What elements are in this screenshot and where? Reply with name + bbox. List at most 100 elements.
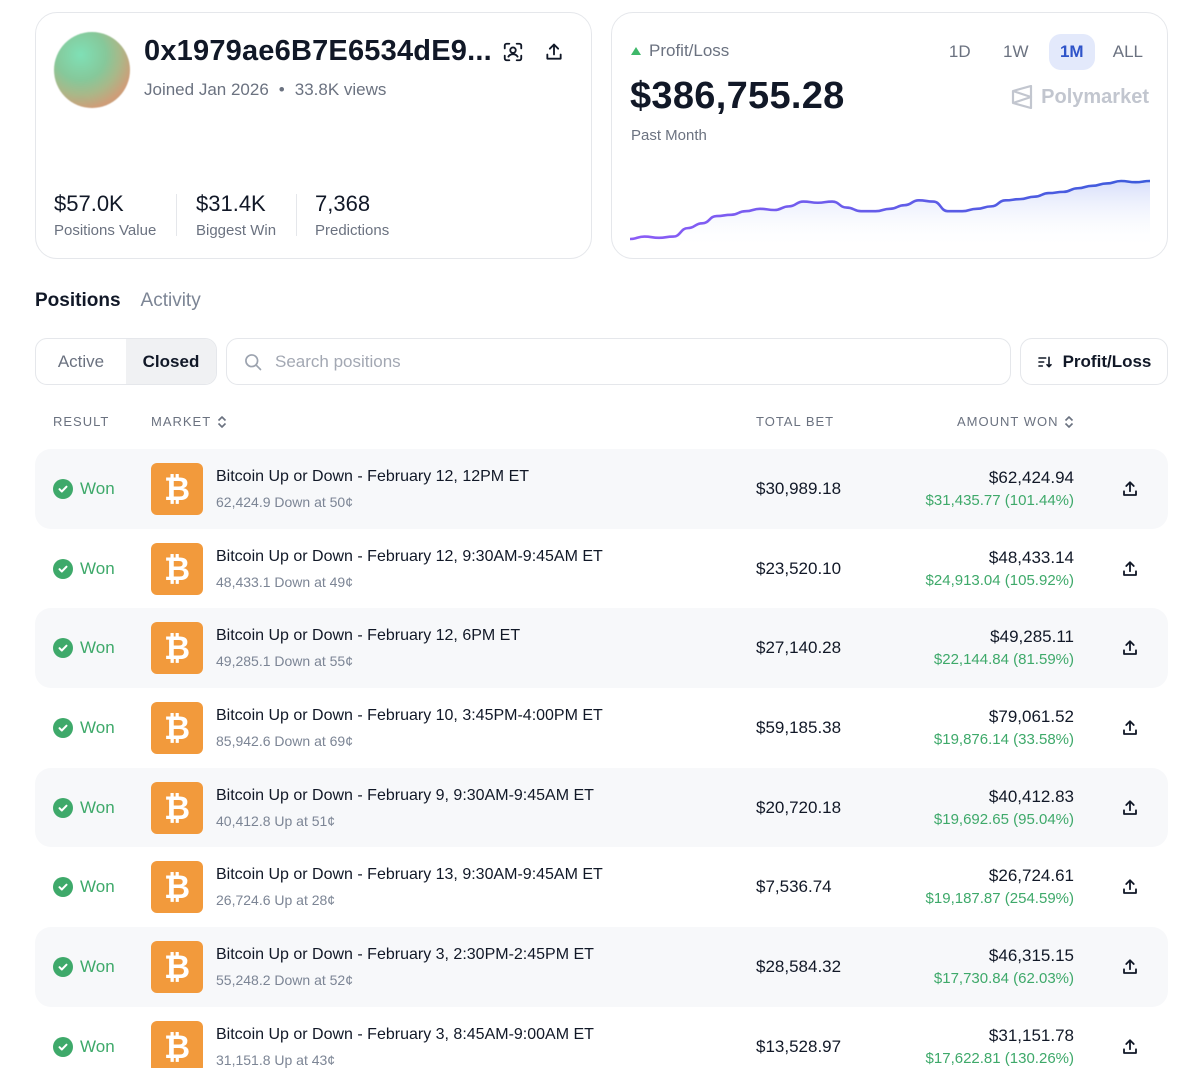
stat-biggest-win: $31.4K Biggest Win: [196, 191, 276, 239]
segment-active[interactable]: Active: [36, 339, 126, 384]
table-row[interactable]: Won ₿ Bitcoin Up or Down - February 3, 8…: [35, 1007, 1168, 1068]
bitcoin-icon: ₿: [151, 861, 203, 914]
result-cell: Won: [53, 847, 115, 927]
sort-button[interactable]: Profit/Loss: [1020, 338, 1168, 385]
check-circle-icon: [53, 638, 73, 659]
market-title[interactable]: Bitcoin Up or Down - February 12, 6PM ET: [216, 627, 520, 645]
header-result: RESULT: [53, 414, 109, 429]
header-total-bet: TOTAL BET: [756, 414, 834, 429]
range-1m[interactable]: 1M: [1048, 34, 1095, 70]
market-title[interactable]: Bitcoin Up or Down - February 13, 9:30AM…: [216, 866, 603, 884]
result-cell: Won: [53, 1007, 115, 1068]
market-title[interactable]: Bitcoin Up or Down - February 12, 12PM E…: [216, 468, 529, 486]
profit-amount: $19,187.87 (254.59%): [925, 890, 1074, 908]
table-row[interactable]: Won ₿ Bitcoin Up or Down - February 13, …: [35, 847, 1168, 927]
share-icon[interactable]: [1118, 796, 1142, 820]
share-icon[interactable]: [1118, 557, 1142, 581]
result-cell: Won: [53, 449, 115, 529]
check-circle-icon: [53, 956, 73, 977]
result-label: Won: [80, 877, 115, 897]
result-label: Won: [80, 717, 115, 737]
wallet-address: 0x1979ae6B7E6534dE9...: [144, 35, 492, 67]
share-icon[interactable]: [1118, 875, 1142, 899]
table-row[interactable]: Won ₿ Bitcoin Up or Down - February 3, 2…: [35, 927, 1168, 1007]
table-row[interactable]: Won ₿ Bitcoin Up or Down - February 9, 9…: [35, 767, 1168, 848]
stat-divider: [176, 194, 177, 236]
market-title[interactable]: Bitcoin Up or Down - February 10, 3:45PM…: [216, 707, 603, 725]
table-row[interactable]: Won ₿ Bitcoin Up or Down - February 12, …: [35, 449, 1168, 529]
stat-label: Predictions: [315, 222, 390, 239]
range-1w[interactable]: 1W: [993, 34, 1039, 70]
table-row[interactable]: Won ₿ Bitcoin Up or Down - February 12, …: [35, 608, 1168, 689]
share-icon[interactable]: [539, 37, 569, 67]
market-title[interactable]: Bitcoin Up or Down - February 12, 9:30AM…: [216, 548, 603, 566]
result-cell: Won: [53, 529, 115, 609]
total-bet: $27,140.28: [756, 638, 842, 658]
amount-won: $40,412.83: [988, 786, 1074, 806]
header-market-label: MARKET: [151, 414, 212, 429]
amount-won: $31,151.78: [988, 1025, 1074, 1045]
market-position: 48,433.1 Down at 49¢: [216, 573, 353, 590]
tab-positions[interactable]: Positions: [35, 290, 121, 312]
segment-closed[interactable]: Closed: [126, 339, 216, 384]
range-1d[interactable]: 1D: [937, 34, 983, 70]
market-title[interactable]: Bitcoin Up or Down - February 9, 9:30AM-…: [216, 787, 594, 805]
main-tabs: Positions Activity: [35, 290, 201, 312]
amount-won: $26,724.61: [988, 866, 1074, 886]
result-cell: Won: [53, 768, 115, 848]
profile-meta: Joined Jan 2026 • 33.8K views: [144, 80, 386, 100]
stat-predictions: 7,368 Predictions: [315, 191, 389, 239]
profit-amount: $19,692.65 (95.04%): [933, 810, 1074, 828]
share-icon[interactable]: [1118, 955, 1142, 979]
share-icon[interactable]: [1118, 716, 1142, 740]
header-total-bet-label: TOTAL BET: [756, 414, 835, 429]
profit-amount: $19,876.14 (33.58%): [933, 731, 1074, 749]
avatar[interactable]: [54, 32, 130, 108]
stat-value: $57.0K: [54, 191, 124, 216]
bitcoin-icon: ₿: [151, 702, 203, 755]
profile-card: 0x1979ae6B7E6534dE9... Joined Jan 2026 • 3…: [35, 12, 592, 259]
trend-up-icon: [631, 47, 641, 55]
search-box: [226, 338, 1011, 385]
table-row[interactable]: Won ₿ Bitcoin Up or Down - February 10, …: [35, 688, 1168, 768]
market-title[interactable]: Bitcoin Up or Down - February 3, 8:45AM-…: [216, 1026, 594, 1044]
market-title[interactable]: Bitcoin Up or Down - February 3, 2:30PM-…: [216, 946, 594, 964]
total-bet: $20,720.18: [756, 797, 842, 817]
profit-amount: $31,435.77 (101.44%): [925, 492, 1074, 509]
stat-value: 7,368: [315, 191, 371, 216]
amount-won: $62,424.94: [988, 468, 1074, 487]
profit-loss-value: $386,755.28: [630, 75, 845, 117]
stat-value: $31.4K: [196, 191, 266, 216]
tab-activity[interactable]: Activity: [141, 290, 201, 312]
bitcoin-icon: ₿: [151, 542, 203, 595]
scan-icon[interactable]: [498, 37, 528, 67]
profit-loss-title: Profit/Loss: [631, 41, 729, 61]
polymarket-logo-icon: [1012, 85, 1033, 109]
result-label: Won: [80, 478, 115, 498]
market-position: 85,942.6 Down at 69¢: [216, 733, 353, 750]
search-input[interactable]: [275, 351, 975, 372]
share-icon[interactable]: [1118, 1035, 1142, 1059]
polymarket-brand: Polymarket: [1011, 85, 1149, 109]
table-row[interactable]: Won ₿ Bitcoin Up or Down - February 12, …: [35, 529, 1168, 609]
stat-label: Biggest Win: [196, 222, 277, 239]
check-circle-icon: [53, 1036, 73, 1057]
header-market[interactable]: MARKET: [151, 414, 227, 429]
total-bet: $28,584.32: [756, 956, 842, 976]
range-all[interactable]: ALL: [1105, 34, 1151, 70]
market-position: 55,248.2 Down at 52¢: [216, 972, 353, 989]
profit-loss-period: Past Month: [631, 127, 707, 144]
check-circle-icon: [53, 478, 73, 499]
profit-amount: $22,144.84 (81.59%): [933, 651, 1074, 669]
header-amount-won[interactable]: AMOUNT WON: [957, 414, 1074, 429]
total-bet: $30,989.18: [756, 478, 842, 498]
search-icon: [245, 353, 262, 370]
sort-label: Profit/Loss: [1062, 351, 1152, 371]
share-icon[interactable]: [1118, 477, 1142, 501]
bitcoin-icon: ₿: [151, 463, 203, 515]
result-label: Won: [80, 1036, 115, 1056]
result-cell: Won: [53, 688, 115, 768]
share-icon[interactable]: [1118, 636, 1142, 660]
stat-positions-value: $57.0K Positions Value: [54, 191, 156, 239]
profit-loss-label: Profit/Loss: [649, 41, 730, 60]
